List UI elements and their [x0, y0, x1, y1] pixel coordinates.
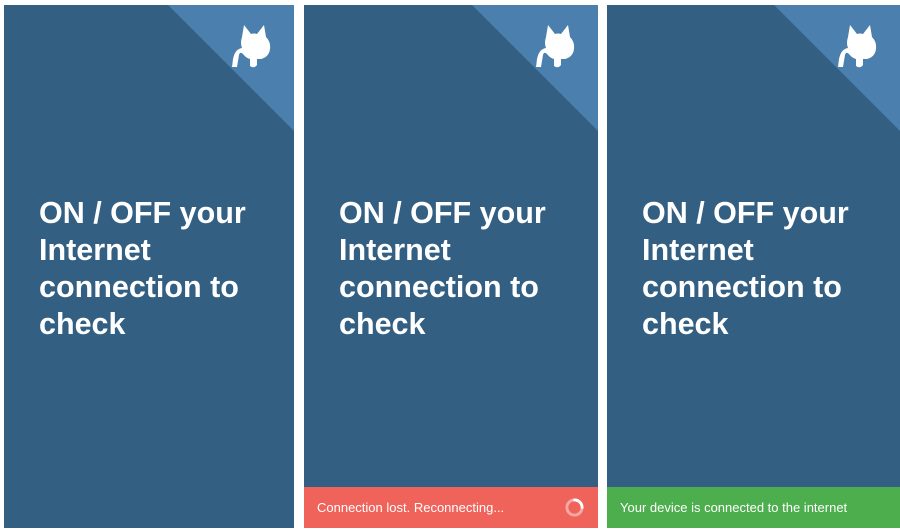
app-screen-initial: ON / OFF your Internet connection to che…	[4, 5, 294, 528]
github-corner-link[interactable]	[168, 5, 294, 131]
instruction-message: ON / OFF your Internet connection to che…	[339, 196, 546, 341]
connection-lost-banner: Connection lost. Reconnecting...	[304, 487, 598, 528]
github-corner-link[interactable]	[774, 5, 900, 131]
github-octocat-icon	[838, 25, 877, 68]
github-octocat-icon	[232, 25, 271, 68]
github-corner-link[interactable]	[472, 5, 598, 131]
instruction-message: ON / OFF your Internet connection to che…	[39, 196, 246, 341]
status-text: Connection lost. Reconnecting...	[317, 500, 505, 515]
app-screen-online: ON / OFF your Internet connection to che…	[607, 5, 900, 528]
github-octocat-icon	[536, 25, 575, 68]
connected-banner: Your device is connected to the internet	[607, 487, 900, 528]
spinner-icon	[565, 498, 584, 517]
app-screen-offline: ON / OFF your Internet connection to che…	[304, 5, 598, 528]
status-text: Your device is connected to the internet	[620, 500, 848, 515]
instruction-message: ON / OFF your Internet connection to che…	[642, 196, 849, 341]
